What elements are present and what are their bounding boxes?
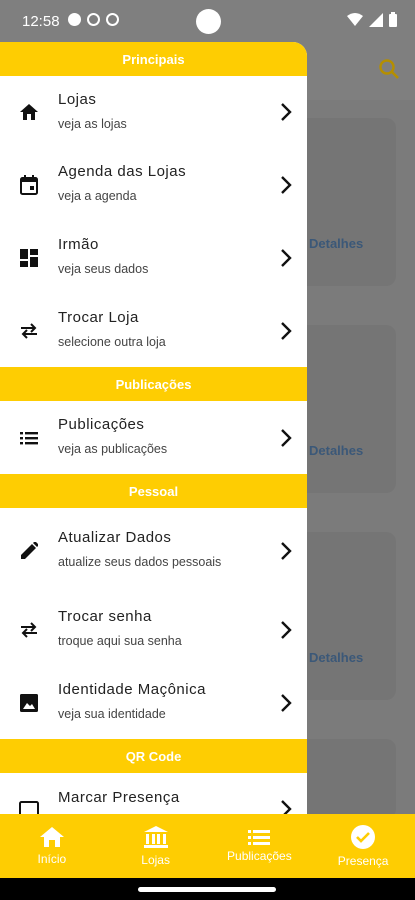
list-icon xyxy=(0,431,58,445)
nav-label: Início xyxy=(37,852,67,866)
menu-item-subtitle: veja sua identidade xyxy=(58,707,166,721)
navigation-drawer: Principais Lojas veja as lojas Agenda da… xyxy=(0,42,307,814)
bank-icon xyxy=(143,826,168,848)
menu-item-marcar-presenca[interactable]: Marcar Presença xyxy=(0,773,307,814)
menu-item-subtitle: atualize seus dados pessoais xyxy=(58,555,222,569)
menu-item-subtitle: veja as lojas xyxy=(58,116,127,131)
menu-item-title: Agenda das Lojas xyxy=(58,163,187,180)
chevron-right-icon xyxy=(265,620,307,640)
check-circle-icon xyxy=(351,825,376,849)
nav-item-inicio[interactable]: Início xyxy=(0,814,104,878)
system-navigation-bar xyxy=(0,878,415,900)
nav-label: Lojas xyxy=(141,853,170,867)
chevron-right-icon xyxy=(265,175,307,195)
menu-item-subtitle: veja seus dados xyxy=(58,262,149,276)
menu-item-subtitle: veja as publicações xyxy=(58,442,168,456)
chevron-right-icon xyxy=(265,248,307,268)
section-header-qr-code: QR Code xyxy=(0,739,307,773)
dashboard-icon xyxy=(0,248,58,267)
menu-item-title: Irmão xyxy=(58,236,99,253)
calendar-icon xyxy=(0,174,58,195)
menu-item-title: Trocar senha xyxy=(58,608,152,625)
app-notification-icon xyxy=(106,13,119,26)
qr-scan-icon xyxy=(0,789,58,814)
menu-item-subtitle: troque aqui sua senha xyxy=(58,634,182,648)
menu-item-title: Marcar Presença xyxy=(58,789,180,806)
chevron-right-icon xyxy=(265,789,307,814)
list-icon xyxy=(248,830,271,845)
notification-dot-icon xyxy=(68,13,81,26)
home-gesture-handle[interactable] xyxy=(138,887,276,892)
image-icon xyxy=(0,693,58,712)
nav-item-presenca[interactable]: Presença xyxy=(311,814,415,878)
menu-item-trocar-loja[interactable]: Trocar Loja selecione outra loja xyxy=(0,294,307,367)
notification-icons xyxy=(68,13,119,26)
chevron-right-icon xyxy=(265,541,307,561)
status-time: 12:58 xyxy=(22,13,60,30)
status-bar: 12:58 xyxy=(0,0,415,42)
pencil-icon xyxy=(0,541,58,560)
menu-item-identidade[interactable]: Identidade Maçônica veja sua identidade xyxy=(0,666,307,739)
nav-label: Presença xyxy=(337,854,389,868)
chevron-right-icon xyxy=(265,428,307,448)
nav-item-lojas[interactable]: Lojas xyxy=(104,814,208,878)
menu-item-irmao[interactable]: Irmão veja seus dados xyxy=(0,221,307,294)
details-link[interactable]: Detalhes xyxy=(309,650,363,665)
details-link[interactable]: Detalhes xyxy=(309,443,363,458)
menu-item-title: Trocar Loja xyxy=(58,309,139,326)
chevron-right-icon xyxy=(265,102,307,122)
wifi-icon xyxy=(347,12,363,26)
menu-item-title: Identidade Maçônica xyxy=(58,681,206,698)
menu-item-publicacoes[interactable]: Publicações veja as publicações xyxy=(0,401,307,474)
nav-label: Publicações xyxy=(227,849,292,863)
chevron-right-icon xyxy=(265,693,307,713)
menu-item-lojas[interactable]: Lojas veja as lojas xyxy=(0,76,307,148)
section-header-principais: Principais xyxy=(0,42,307,76)
menu-item-trocar-senha[interactable]: Trocar senha troque aqui sua senha xyxy=(0,593,307,666)
menu-item-title: Lojas xyxy=(58,90,97,108)
bottom-navigation: Início Lojas Publicações Presença xyxy=(0,814,415,878)
dnd-icon xyxy=(87,13,100,26)
battery-icon xyxy=(389,12,397,27)
menu-item-agenda[interactable]: Agenda das Lojas veja a agenda xyxy=(0,148,307,221)
menu-item-atualizar-dados[interactable]: Atualizar Dados atualize seus dados pess… xyxy=(0,508,307,593)
section-header-pessoal: Pessoal xyxy=(0,474,307,508)
swap-icon xyxy=(0,621,58,638)
signal-icon xyxy=(369,12,383,27)
nav-item-publicacoes[interactable]: Publicações xyxy=(208,814,312,878)
menu-item-title: Atualizar Dados xyxy=(58,529,172,546)
camera-cutout xyxy=(196,9,221,34)
chevron-right-icon xyxy=(265,321,307,341)
system-status-icons xyxy=(347,12,397,27)
home-icon xyxy=(0,103,58,121)
home-icon xyxy=(39,827,64,847)
search-icon xyxy=(379,59,399,79)
details-link[interactable]: Detalhes xyxy=(309,236,363,251)
menu-item-subtitle: veja a agenda xyxy=(58,189,137,203)
menu-item-title: Publicações xyxy=(58,416,145,433)
swap-icon xyxy=(0,322,58,339)
section-header-publicacoes: Publicações xyxy=(0,367,307,401)
menu-item-subtitle: selecione outra loja xyxy=(58,335,166,349)
